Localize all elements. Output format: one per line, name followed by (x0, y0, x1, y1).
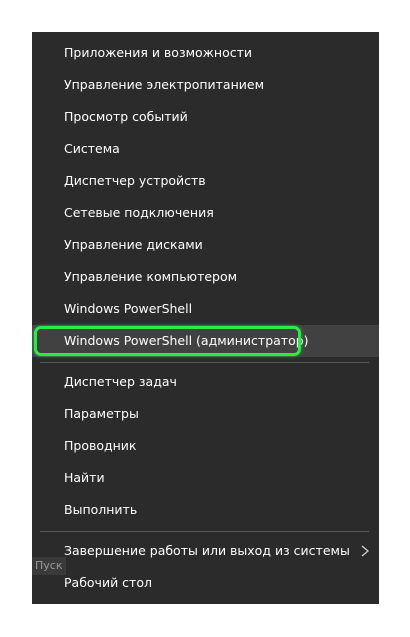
menu-item-event-viewer[interactable]: Просмотр событий (32, 101, 379, 133)
menu-item-label: Windows PowerShell (64, 301, 193, 316)
menu-item-shutdown-or-sign-out[interactable]: Завершение работы или выход из системы (32, 535, 379, 567)
menu-item-label: Проводник (64, 438, 137, 453)
menu-separator (40, 531, 369, 532)
menu-item-disk-management[interactable]: Управление дисками (32, 229, 379, 261)
menu-item-device-manager[interactable]: Диспетчер устройств (32, 165, 379, 197)
menu-item-file-explorer[interactable]: Проводник (32, 430, 379, 462)
menu-item-label: Диспетчер задач (64, 374, 177, 389)
menu-separator (40, 362, 369, 363)
menu-item-network-connections[interactable]: Сетевые подключения (32, 197, 379, 229)
menu-item-label: Диспетчер устройств (64, 173, 206, 188)
start-tooltip: Пуск (32, 557, 66, 575)
menu-item-settings[interactable]: Параметры (32, 398, 379, 430)
menu-item-label: Windows PowerShell (администратор) (64, 333, 309, 348)
menu-item-label: Параметры (64, 406, 139, 421)
menu-item-label: Выполнить (64, 502, 138, 517)
menu-item-label: Найти (64, 470, 105, 485)
menu-item-task-manager[interactable]: Диспетчер задач (32, 366, 379, 398)
chevron-right-icon (361, 545, 370, 557)
menu-item-powershell-admin[interactable]: Windows PowerShell (администратор) (32, 325, 379, 357)
menu-item-label: Завершение работы или выход из системы (64, 543, 350, 558)
menu-item-system[interactable]: Система (32, 133, 379, 165)
menu-item-label: Сетевые подключения (64, 205, 214, 220)
menu-item-desktop[interactable]: Рабочий стол (32, 567, 379, 599)
menu-item-run[interactable]: Выполнить (32, 494, 379, 526)
menu-item-apps-and-features[interactable]: Приложения и возможности (32, 37, 379, 69)
winx-context-menu: Приложения и возможности Управление элек… (32, 32, 379, 604)
menu-item-computer-management[interactable]: Управление компьютером (32, 261, 379, 293)
menu-item-label: Управление дисками (64, 237, 203, 252)
menu-item-label: Рабочий стол (64, 575, 152, 590)
menu-item-search[interactable]: Найти (32, 462, 379, 494)
menu-item-label: Просмотр событий (64, 109, 188, 124)
menu-item-powershell[interactable]: Windows PowerShell (32, 293, 379, 325)
menu-item-label: Управление компьютером (64, 269, 238, 284)
menu-item-label: Управление электропитанием (64, 77, 264, 92)
menu-item-label: Система (64, 141, 120, 156)
menu-item-label: Приложения и возможности (64, 45, 253, 60)
menu-item-power-options[interactable]: Управление электропитанием (32, 69, 379, 101)
